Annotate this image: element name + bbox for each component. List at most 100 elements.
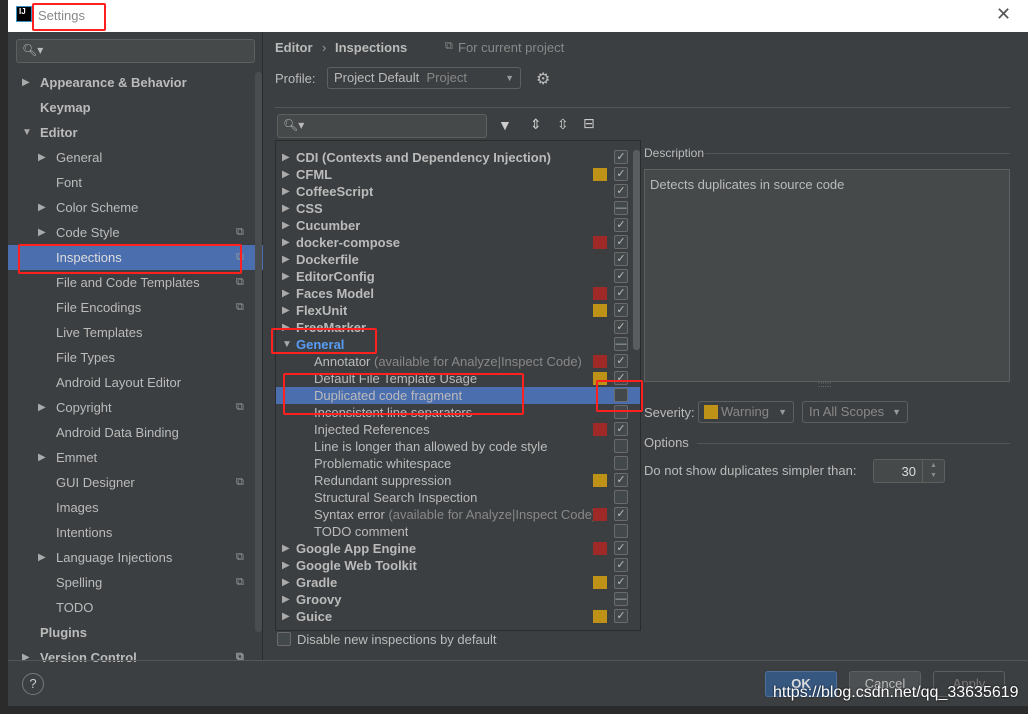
chevron-right-icon[interactable]: ▶ — [282, 540, 290, 557]
close-icon[interactable]: ✕ — [996, 4, 1011, 25]
sidebar-scrollbar[interactable] — [255, 72, 262, 632]
chevron-right-icon[interactable]: ▶ — [282, 302, 290, 319]
inspection-group[interactable]: ▶ Google Web Toolkit ✓ — [276, 557, 640, 574]
inspection-checkbox[interactable]: ✓ — [614, 320, 628, 334]
inspection-checkbox[interactable]: ✓ — [614, 218, 628, 232]
breadcrumb-parent[interactable]: Editor — [275, 40, 313, 55]
chevron-right-icon[interactable]: ▶ — [282, 234, 290, 251]
sidebar-item-todo[interactable]: TODO — [8, 595, 263, 620]
inspection-checkbox[interactable] — [614, 439, 628, 453]
chevron-right-icon[interactable]: ▶ — [38, 145, 46, 170]
sidebar-item-file-encodings[interactable]: File Encodings ⧉ — [8, 295, 263, 320]
inspection-group[interactable]: ▶ Cucumber ✓ — [276, 217, 640, 234]
chevron-right-icon[interactable]: ▶ — [22, 645, 30, 670]
inspection-group[interactable]: ▶ Google App Engine ✓ — [276, 540, 640, 557]
tree-scrollbar[interactable] — [633, 150, 640, 350]
inspection-checkbox[interactable] — [614, 456, 628, 470]
inspection-item[interactable]: Syntax error (available for Analyze|Insp… — [276, 506, 640, 523]
inspection-checkbox[interactable] — [614, 490, 628, 504]
chevron-right-icon[interactable]: ▶ — [38, 220, 46, 245]
sidebar-item-spelling[interactable]: Spelling ⧉ — [8, 570, 263, 595]
inspection-group[interactable]: ▶ docker-compose ✓ — [276, 234, 640, 251]
chevron-right-icon[interactable]: ▶ — [38, 445, 46, 470]
chevron-right-icon[interactable]: ▶ — [282, 200, 290, 217]
inspection-group[interactable]: ▶ Dockerfile ✓ — [276, 251, 640, 268]
sidebar-item-images[interactable]: Images — [8, 495, 263, 520]
sidebar-item-intentions[interactable]: Intentions — [8, 520, 263, 545]
sidebar-item-code-style[interactable]: ▶ Code Style ⧉ — [8, 220, 263, 245]
inspection-item[interactable]: Injected References ✓ — [276, 421, 640, 438]
inspection-item[interactable]: Line is longer than allowed by code styl… — [276, 438, 640, 455]
inspection-checkbox[interactable]: ✓ — [614, 541, 628, 555]
inspection-item[interactable]: TODO comment — [276, 523, 640, 540]
sidebar-item-android-layout-editor[interactable]: Android Layout Editor — [8, 370, 263, 395]
inspection-checkbox[interactable]: ✓ — [614, 184, 628, 198]
sidebar-item-version-control[interactable]: ▶ Version Control ⧉ — [8, 645, 263, 670]
sidebar-search-input[interactable]: 🔍︎▾ — [16, 39, 255, 63]
sidebar-item-gui-designer[interactable]: GUI Designer ⧉ — [8, 470, 263, 495]
expand-all-icon[interactable]: ⇕ — [530, 116, 542, 133]
inspection-item[interactable]: Structural Search Inspection — [276, 489, 640, 506]
sidebar-item-editor[interactable]: ▼ Editor — [8, 120, 263, 145]
inspection-group[interactable]: ▶ FlexUnit ✓ — [276, 302, 640, 319]
inspection-checkbox[interactable]: — — [614, 201, 628, 215]
chevron-right-icon[interactable]: ▶ — [38, 545, 46, 570]
inspection-checkbox[interactable]: ✓ — [614, 167, 628, 181]
inspection-checkbox[interactable]: ✓ — [614, 269, 628, 283]
chevron-down-icon[interactable]: ▼ — [22, 120, 32, 145]
help-button[interactable]: ? — [22, 673, 44, 695]
chevron-right-icon[interactable]: ▶ — [282, 268, 290, 285]
duplicates-threshold-spinner[interactable]: 30 ▲ ▼ — [873, 459, 945, 483]
sidebar-item-live-templates[interactable]: Live Templates — [8, 320, 263, 345]
chevron-right-icon[interactable]: ▶ — [38, 395, 46, 420]
sidebar-item-android-data-binding[interactable]: Android Data Binding — [8, 420, 263, 445]
sidebar-item-plugins[interactable]: Plugins — [8, 620, 263, 645]
inspection-checkbox[interactable]: ✓ — [614, 575, 628, 589]
chevron-right-icon[interactable]: ▶ — [282, 574, 290, 591]
inspection-checkbox[interactable]: ✓ — [614, 609, 628, 623]
sidebar-item-color-scheme[interactable]: ▶ Color Scheme — [8, 195, 263, 220]
chevron-right-icon[interactable]: ▶ — [282, 557, 290, 574]
sidebar-item-copyright[interactable]: ▶ Copyright ⧉ — [8, 395, 263, 420]
filter-icon[interactable]: ▼ — [498, 117, 512, 133]
inspection-checkbox[interactable]: — — [614, 592, 628, 606]
inspection-checkbox[interactable]: — — [614, 337, 628, 351]
inspection-group[interactable]: ▶ CDI (Contexts and Dependency Injection)… — [276, 149, 640, 166]
chevron-right-icon[interactable]: ▶ — [282, 591, 290, 608]
chevron-right-icon[interactable]: ▶ — [282, 285, 290, 302]
spinner-arrows-icon[interactable]: ▲ ▼ — [922, 460, 944, 482]
sidebar-item-emmet[interactable]: ▶ Emmet — [8, 445, 263, 470]
inspection-group[interactable]: ▶ CSS — — [276, 200, 640, 217]
inspection-checkbox[interactable]: ✓ — [614, 354, 628, 368]
inspection-group[interactable]: ▶ CFML ✓ — [276, 166, 640, 183]
inspection-checkbox[interactable]: ✓ — [614, 235, 628, 249]
chevron-right-icon[interactable]: ▶ — [282, 183, 290, 200]
gear-icon[interactable]: ⚙ — [536, 69, 550, 89]
inspection-item[interactable]: Problematic whitespace — [276, 455, 640, 472]
disable-new-checkbox[interactable] — [277, 632, 291, 646]
chevron-right-icon[interactable]: ▶ — [282, 166, 290, 183]
inspection-group[interactable]: ▶ EditorConfig ✓ — [276, 268, 640, 285]
chevron-right-icon[interactable]: ▶ — [282, 608, 290, 625]
inspection-checkbox[interactable]: ✓ — [614, 473, 628, 487]
chevron-right-icon[interactable]: ▶ — [282, 217, 290, 234]
inspection-checkbox[interactable]: ✓ — [614, 422, 628, 436]
inspection-search-input[interactable]: 🔍︎▾ — [277, 114, 487, 138]
inspection-checkbox[interactable]: ✓ — [614, 507, 628, 521]
inspection-checkbox[interactable]: ✓ — [614, 303, 628, 317]
profile-dropdown[interactable]: Project Default Project ▼ — [327, 67, 521, 89]
inspection-group[interactable]: ▶ Gradle ✓ — [276, 574, 640, 591]
sidebar-item-font[interactable]: Font — [8, 170, 263, 195]
inspection-checkbox[interactable]: ✓ — [614, 558, 628, 572]
inspection-item[interactable]: Annotator (available for Analyze|Inspect… — [276, 353, 640, 370]
inspection-checkbox[interactable]: ✓ — [614, 286, 628, 300]
chevron-right-icon[interactable]: ▶ — [38, 195, 46, 220]
sidebar-item-general[interactable]: ▶ General — [8, 145, 263, 170]
scope-dropdown[interactable]: In All Scopes ▼ — [802, 401, 908, 423]
chevron-right-icon[interactable]: ▶ — [282, 149, 290, 166]
reset-icon[interactable]: ⊟ — [583, 115, 595, 132]
collapse-all-icon[interactable]: ⇳ — [557, 116, 569, 133]
sidebar-item-file-types[interactable]: File Types — [8, 345, 263, 370]
inspection-group[interactable]: ▶ CoffeeScript ✓ — [276, 183, 640, 200]
inspection-group[interactable]: ▶ Guice ✓ — [276, 608, 640, 625]
